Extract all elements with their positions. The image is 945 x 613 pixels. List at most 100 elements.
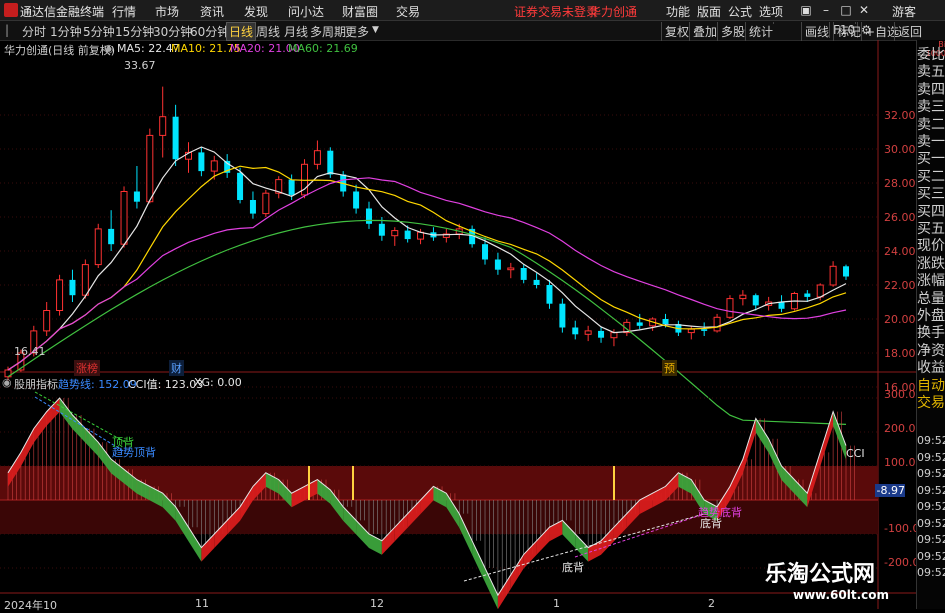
candle-body bbox=[739, 294, 747, 300]
candle-body bbox=[146, 134, 154, 203]
cci-value-label: CCI值: 123.03 bbox=[128, 378, 204, 391]
candle-body bbox=[636, 322, 643, 326]
date-label: 2024年10 bbox=[4, 599, 57, 612]
candle-body bbox=[120, 191, 128, 245]
watermark-url: www.60lt.com bbox=[793, 588, 890, 602]
chart-options-icon[interactable]: ◉ bbox=[104, 42, 114, 55]
adjust-button[interactable]: 复权 bbox=[661, 22, 692, 41]
statistics-button[interactable]: 统计 bbox=[745, 22, 776, 41]
indicator-tick: 300.0 bbox=[884, 388, 916, 401]
panel-trade-time: 09:52 bbox=[917, 467, 945, 480]
xg-label: XG: 0.00 bbox=[194, 376, 242, 389]
mark-button[interactable]: 标记 bbox=[833, 22, 864, 41]
candle-body bbox=[69, 279, 76, 296]
candle-body bbox=[313, 150, 321, 165]
menu-news[interactable]: 资讯 bbox=[200, 3, 224, 20]
candle-body bbox=[159, 116, 167, 136]
annotation-bottom-divergence: 底背 bbox=[562, 561, 584, 574]
candle-body bbox=[237, 172, 244, 200]
marker-forecast[interactable]: 预 bbox=[662, 360, 677, 376]
period-tab-15min[interactable]: 15分钟 bbox=[113, 23, 156, 40]
candle-body bbox=[778, 302, 785, 309]
app-title: 通达信金融终端 bbox=[20, 5, 105, 19]
cci-ribbon bbox=[523, 540, 537, 569]
panel-item[interactable]: 自动 bbox=[917, 378, 945, 395]
login-status[interactable]: 证券交易未登录 bbox=[514, 3, 598, 20]
panel-item: 收益 bbox=[917, 360, 945, 377]
date-label: 11 bbox=[195, 597, 209, 610]
candle-body bbox=[804, 293, 811, 297]
multi-stock-button[interactable]: 多股 bbox=[717, 22, 748, 41]
date-label: 2 bbox=[708, 597, 715, 610]
panel-item: 买三 bbox=[917, 186, 945, 203]
more-dropdown-icon[interactable]: ▼ bbox=[370, 25, 381, 35]
marker-limit-up[interactable]: 涨榜 bbox=[74, 360, 100, 376]
menu-formula[interactable]: 公式 bbox=[728, 3, 752, 20]
panel-item: 买五 bbox=[917, 221, 945, 237]
maximize-icon[interactable]: □ bbox=[838, 2, 854, 18]
cci-ribbon bbox=[85, 428, 99, 457]
period-tab-multi[interactable]: 多周期 bbox=[308, 23, 348, 40]
menu-trade[interactable]: 交易 bbox=[396, 3, 420, 20]
back-button[interactable]: 返回 bbox=[894, 22, 925, 41]
candle-body bbox=[482, 244, 489, 260]
period-tab-60min[interactable]: 60分钟 bbox=[188, 23, 231, 40]
panel-item: 外盘 bbox=[917, 308, 945, 324]
panel-item: 买一 bbox=[917, 151, 945, 168]
cci-ribbon bbox=[20, 428, 34, 467]
candle-body bbox=[584, 330, 592, 335]
menu-options[interactable]: 选项 bbox=[759, 3, 783, 20]
guest-login[interactable]: 游客 bbox=[892, 3, 916, 20]
period-tab-5min[interactable]: 5分钟 bbox=[81, 23, 117, 40]
close-icon[interactable]: ✕ bbox=[856, 2, 872, 18]
candle-body bbox=[752, 295, 759, 306]
cci-ribbon bbox=[33, 411, 47, 443]
panel-trade-time: 09:52 bbox=[917, 483, 945, 497]
candle-body bbox=[43, 310, 51, 332]
toolbar-scroll-left-icon[interactable]: | bbox=[3, 23, 11, 37]
panel-item: 现价 bbox=[917, 238, 945, 255]
price-tick: 18.00 bbox=[884, 347, 916, 360]
menu-ask-assistant[interactable]: 问小达 bbox=[288, 3, 324, 20]
period-tab-more[interactable]: 更多 bbox=[343, 23, 371, 40]
marker-finance[interactable]: 财 bbox=[169, 360, 184, 376]
annotation-bottom-divergence: 底背 bbox=[700, 517, 722, 530]
candle-body bbox=[507, 267, 515, 271]
period-tab-intraday[interactable]: 分时 bbox=[20, 23, 48, 40]
skin-icon[interactable]: ▣ bbox=[798, 2, 814, 18]
menu-quotes[interactable]: 行情 bbox=[112, 3, 136, 20]
trend-line-label: 趋势线: 152.09 bbox=[58, 378, 137, 391]
draw-line-button[interactable]: 画线 bbox=[801, 22, 832, 41]
chart-svg[interactable] bbox=[0, 40, 916, 610]
menu-market[interactable]: 市场 bbox=[155, 3, 179, 20]
indicator-tick: -100.0 bbox=[884, 522, 920, 535]
candle-body bbox=[172, 116, 179, 160]
ma5-line bbox=[7, 146, 847, 371]
indicator-title: 股朋指标 bbox=[14, 378, 58, 391]
indicator-tick: 100.0 bbox=[884, 456, 916, 469]
panel-item: 买四 bbox=[917, 203, 945, 220]
menu-function[interactable]: 功能 bbox=[666, 3, 690, 20]
indicator-options-icon[interactable]: ◉ bbox=[2, 376, 12, 389]
panel-item: 总量 bbox=[917, 290, 945, 307]
panel-item: 卖三 bbox=[917, 99, 945, 116]
cci-ribbon bbox=[472, 540, 486, 582]
panel-item: 涨幅 bbox=[917, 273, 945, 290]
cci-ribbon bbox=[742, 418, 756, 474]
period-tab-1min[interactable]: 1分钟 bbox=[48, 23, 84, 40]
candle-body bbox=[133, 191, 140, 202]
price-tick: 28.00 bbox=[884, 177, 916, 190]
menu-discover[interactable]: 发现 bbox=[244, 3, 268, 20]
candle-body bbox=[94, 228, 102, 266]
minimize-icon[interactable]: – bbox=[818, 2, 834, 18]
menu-layout[interactable]: 版面 bbox=[697, 3, 721, 20]
overlay-button[interactable]: 叠加 bbox=[689, 22, 720, 41]
chart-area[interactable]: 华力创通(日线 前复权) ◉ MA5: 22.47 MA10: 21.75 MA… bbox=[0, 40, 920, 612]
panel-item[interactable]: 交易 bbox=[917, 395, 945, 412]
period-tab-daily[interactable]: 日线 bbox=[226, 22, 257, 41]
menu-wealth-circle[interactable]: 财富圈 bbox=[342, 3, 378, 20]
period-tab-weekly[interactable]: 周线 bbox=[254, 23, 282, 40]
panel-item: 换手 bbox=[917, 325, 945, 342]
candle-body bbox=[56, 279, 64, 311]
period-tab-monthly[interactable]: 月线 bbox=[282, 23, 310, 40]
